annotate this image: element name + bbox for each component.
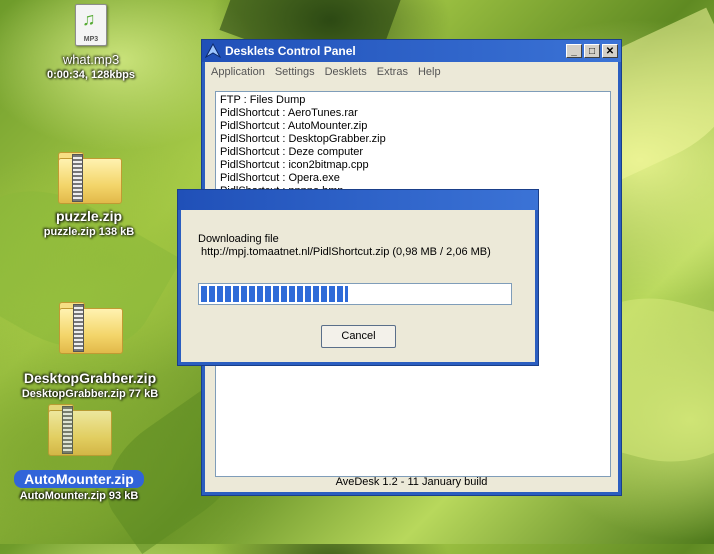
- avedesk-app-icon: [204, 42, 222, 59]
- zip-folder-icon: [58, 152, 122, 204]
- mp3-file-icon: ♫ MP3: [75, 4, 107, 46]
- desktop-icon-desktopgrabber-zip[interactable]: DesktopGrabber.zip DesktopGrabber.zip 77…: [5, 302, 175, 400]
- dialog-body: Downloading file http://mpj.tomaatnet.nl…: [181, 210, 535, 362]
- zip-folder-icon: [48, 404, 112, 456]
- menu-desklets[interactable]: Desklets: [322, 66, 374, 78]
- desktop-icon-info: DesktopGrabber.zip 77 kB: [21, 388, 159, 400]
- list-item[interactable]: FTP : Files Dump: [220, 94, 606, 107]
- cancel-button[interactable]: Cancel: [321, 325, 396, 348]
- desktop-icon-info: 0:00:34, 128kbps: [46, 69, 136, 81]
- maximize-button[interactable]: □: [584, 44, 600, 58]
- desktop-icon-automounter-zip[interactable]: AutoMounter.zip AutoMounter.zip 93 kB: [0, 404, 164, 502]
- desktop-icon-label: DesktopGrabber.zip: [23, 370, 157, 386]
- menu-extras[interactable]: Extras: [374, 66, 415, 78]
- desktop-icon-what-mp3[interactable]: ♫ MP3 what.mp3 0:00:34, 128kbps: [6, 4, 176, 81]
- menubar: Application Settings Desklets Extras Hel…: [205, 62, 618, 82]
- list-item[interactable]: PidlShortcut : AeroTunes.rar: [220, 107, 606, 120]
- desktop-icon-label: what.mp3: [62, 52, 120, 67]
- zip-folder-icon: [59, 302, 123, 354]
- minimize-button[interactable]: _: [566, 44, 582, 58]
- desktop-icon-info: puzzle.zip 138 kB: [43, 226, 135, 238]
- close-button[interactable]: ✕: [602, 44, 618, 58]
- list-item[interactable]: PidlShortcut : DesktopGrabber.zip: [220, 133, 606, 146]
- list-item[interactable]: PidlShortcut : icon2bitmap.cpp: [220, 159, 606, 172]
- window-title: Desklets Control Panel: [225, 44, 356, 58]
- window-titlebar[interactable]: Desklets Control Panel _ □ ✕: [202, 40, 621, 62]
- menu-help[interactable]: Help: [415, 66, 448, 78]
- download-url: http://mpj.tomaatnet.nl/PidlShortcut.zip…: [201, 246, 491, 258]
- progress-fill: [201, 286, 348, 302]
- status-bar: AveDesk 1.2 - 11 January build: [335, 476, 488, 488]
- downloading-label: Downloading file: [198, 233, 279, 245]
- list-item[interactable]: PidlShortcut : Opera.exe: [220, 172, 606, 185]
- list-item[interactable]: PidlShortcut : Deze computer: [220, 146, 606, 159]
- list-item[interactable]: PidlShortcut : AutoMounter.zip: [220, 120, 606, 133]
- desktop-icon-info: AutoMounter.zip 93 kB: [19, 490, 139, 502]
- download-dialog: Downloading file http://mpj.tomaatnet.nl…: [177, 189, 539, 366]
- desktop-icon-puzzle-zip[interactable]: puzzle.zip puzzle.zip 138 kB: [4, 152, 174, 238]
- desktop-icon-label: puzzle.zip: [55, 208, 123, 224]
- mp3-badge: MP3: [83, 36, 99, 43]
- menu-settings[interactable]: Settings: [272, 66, 322, 78]
- download-progress-bar: [198, 283, 512, 305]
- dialog-titlebar[interactable]: [178, 190, 538, 210]
- menu-application[interactable]: Application: [208, 66, 272, 78]
- desktop-icon-label-selected: AutoMounter.zip: [14, 470, 144, 488]
